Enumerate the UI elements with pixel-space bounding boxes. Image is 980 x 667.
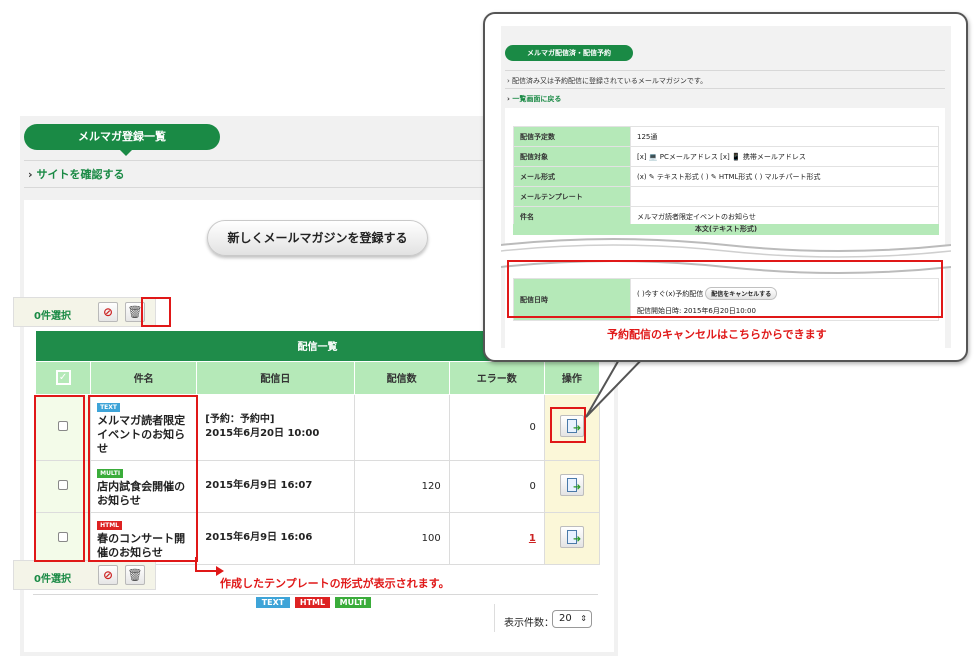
deselect-button[interactable]: ⊘ <box>98 565 118 585</box>
back-link-label: 一覧画面に戻る <box>512 95 562 103</box>
header-errors: エラー数 <box>448 360 545 395</box>
back-link[interactable]: › 一覧画面に戻る <box>507 94 561 104</box>
detail-label: メール形式 <box>513 166 631 187</box>
selection-toolbar-bottom: 0件選択 ⊘ 🗑 <box>13 560 156 590</box>
arrow-right-icon: ➜ <box>572 481 582 493</box>
error-cell: 1 <box>448 511 545 565</box>
detail-button[interactable]: ➜ <box>559 525 584 548</box>
callout-description: › 配信済み又は予約配信に登録されているメールマガジンです。 <box>507 76 707 86</box>
page-title: メルマガ登録一覧 <box>24 124 220 156</box>
callout-panel: メルマガ配信済・配信予約 › 配信済み又は予約配信に登録されているメールマガジン… <box>483 12 968 362</box>
deselect-icon: ⊘ <box>102 305 114 319</box>
legend-multi-badge: MULTI <box>335 597 371 608</box>
site-link-label: サイトを確認する <box>36 168 125 181</box>
highlight-checkboxes <box>34 395 85 562</box>
detail-value: [x] 💻 PCメールアドレス [x] 📱 携帯メールアドレス <box>630 146 939 167</box>
arrow-right-icon: ➜ <box>572 533 582 545</box>
detail-value <box>630 186 939 207</box>
detail-label: 配信予定数 <box>513 126 631 147</box>
date-status: [予約：予約中] <box>205 414 275 425</box>
site-link[interactable]: › サイトを確認する <box>28 166 125 182</box>
check-all-icon[interactable]: ✓ <box>55 370 71 385</box>
detail-label: メールテンプレート <box>513 186 631 207</box>
chevron-right-icon: › <box>28 168 33 181</box>
action-cell: ➜ <box>543 459 601 513</box>
error-cell: 0 <box>448 393 545 461</box>
header-count: 配信数 <box>353 360 450 395</box>
divider <box>505 88 945 89</box>
page-size-control: 表示件数： 20 ⇕ <box>494 604 594 632</box>
date-cell: 2015年6月9日 16:07 <box>196 459 355 513</box>
select-all-header[interactable]: ✓ <box>34 360 92 395</box>
action-cell: ➜ <box>543 511 601 565</box>
date-cell: [予約：予約中] 2015年6月20日 10:00 <box>196 393 355 461</box>
header-subject: 件名 <box>90 360 198 395</box>
callout-description-text: 配信済み又は予約配信に登録されているメールマガジンです。 <box>512 77 708 85</box>
detail-label: 配信対象 <box>513 146 631 167</box>
detail-button[interactable]: ➜ <box>559 473 584 496</box>
delete-button[interactable]: 🗑 <box>125 565 145 585</box>
deselect-button[interactable]: ⊘ <box>98 302 118 322</box>
detail-value: 125通 <box>630 126 939 147</box>
count-cell: 120 <box>353 459 450 513</box>
page-size-select[interactable]: 20 ⇕ <box>552 610 592 628</box>
highlight-subjects <box>88 395 198 562</box>
date-text: 2015年6月20日 10:00 <box>205 428 320 439</box>
delivery-detail-table: 配信予定数 125通 配信対象 [x] 💻 PCメールアドレス [x] 📱 携帯メー… <box>513 126 939 227</box>
selected-count: 0件選択 <box>34 311 71 322</box>
register-magazine-button[interactable]: 新しくメールマガジンを登録する <box>207 220 428 256</box>
page-size-label: 表示件数： <box>504 618 554 629</box>
annotation-cancel: 予約配信のキャンセルはこちらからできます <box>607 328 827 341</box>
chevron-updown-icon: ⇕ <box>580 614 587 623</box>
callout-title: メルマガ配信済・配信予約 <box>505 45 633 61</box>
divider <box>505 70 945 71</box>
header-date: 配信日 <box>196 360 355 395</box>
detail-value: (x) ✎ テキスト形式 ( ) ✎ HTML形式 ( ) マルチパート形式 <box>630 166 939 187</box>
count-cell: 100 <box>353 511 450 565</box>
trash-icon: 🗑 <box>127 568 143 582</box>
divider <box>33 594 598 595</box>
deselect-icon: ⊘ <box>102 568 114 582</box>
legend-text-badge: TEXT <box>256 597 290 608</box>
page-size-value: 20 <box>559 613 572 624</box>
selected-count: 0件選択 <box>34 574 71 585</box>
highlight-send-time <box>507 260 943 318</box>
count-cell <box>353 393 450 461</box>
legend-html-badge: HTML <box>295 597 330 608</box>
annotation-template: 作成したテンプレートの形式が表示されます。 <box>220 577 450 590</box>
error-cell: 0 <box>448 459 545 513</box>
selection-toolbar-top: 0件選択 ⊘ 🗑 <box>13 297 156 327</box>
error-count-link[interactable]: 1 <box>529 533 536 544</box>
highlight-delete <box>141 297 171 327</box>
